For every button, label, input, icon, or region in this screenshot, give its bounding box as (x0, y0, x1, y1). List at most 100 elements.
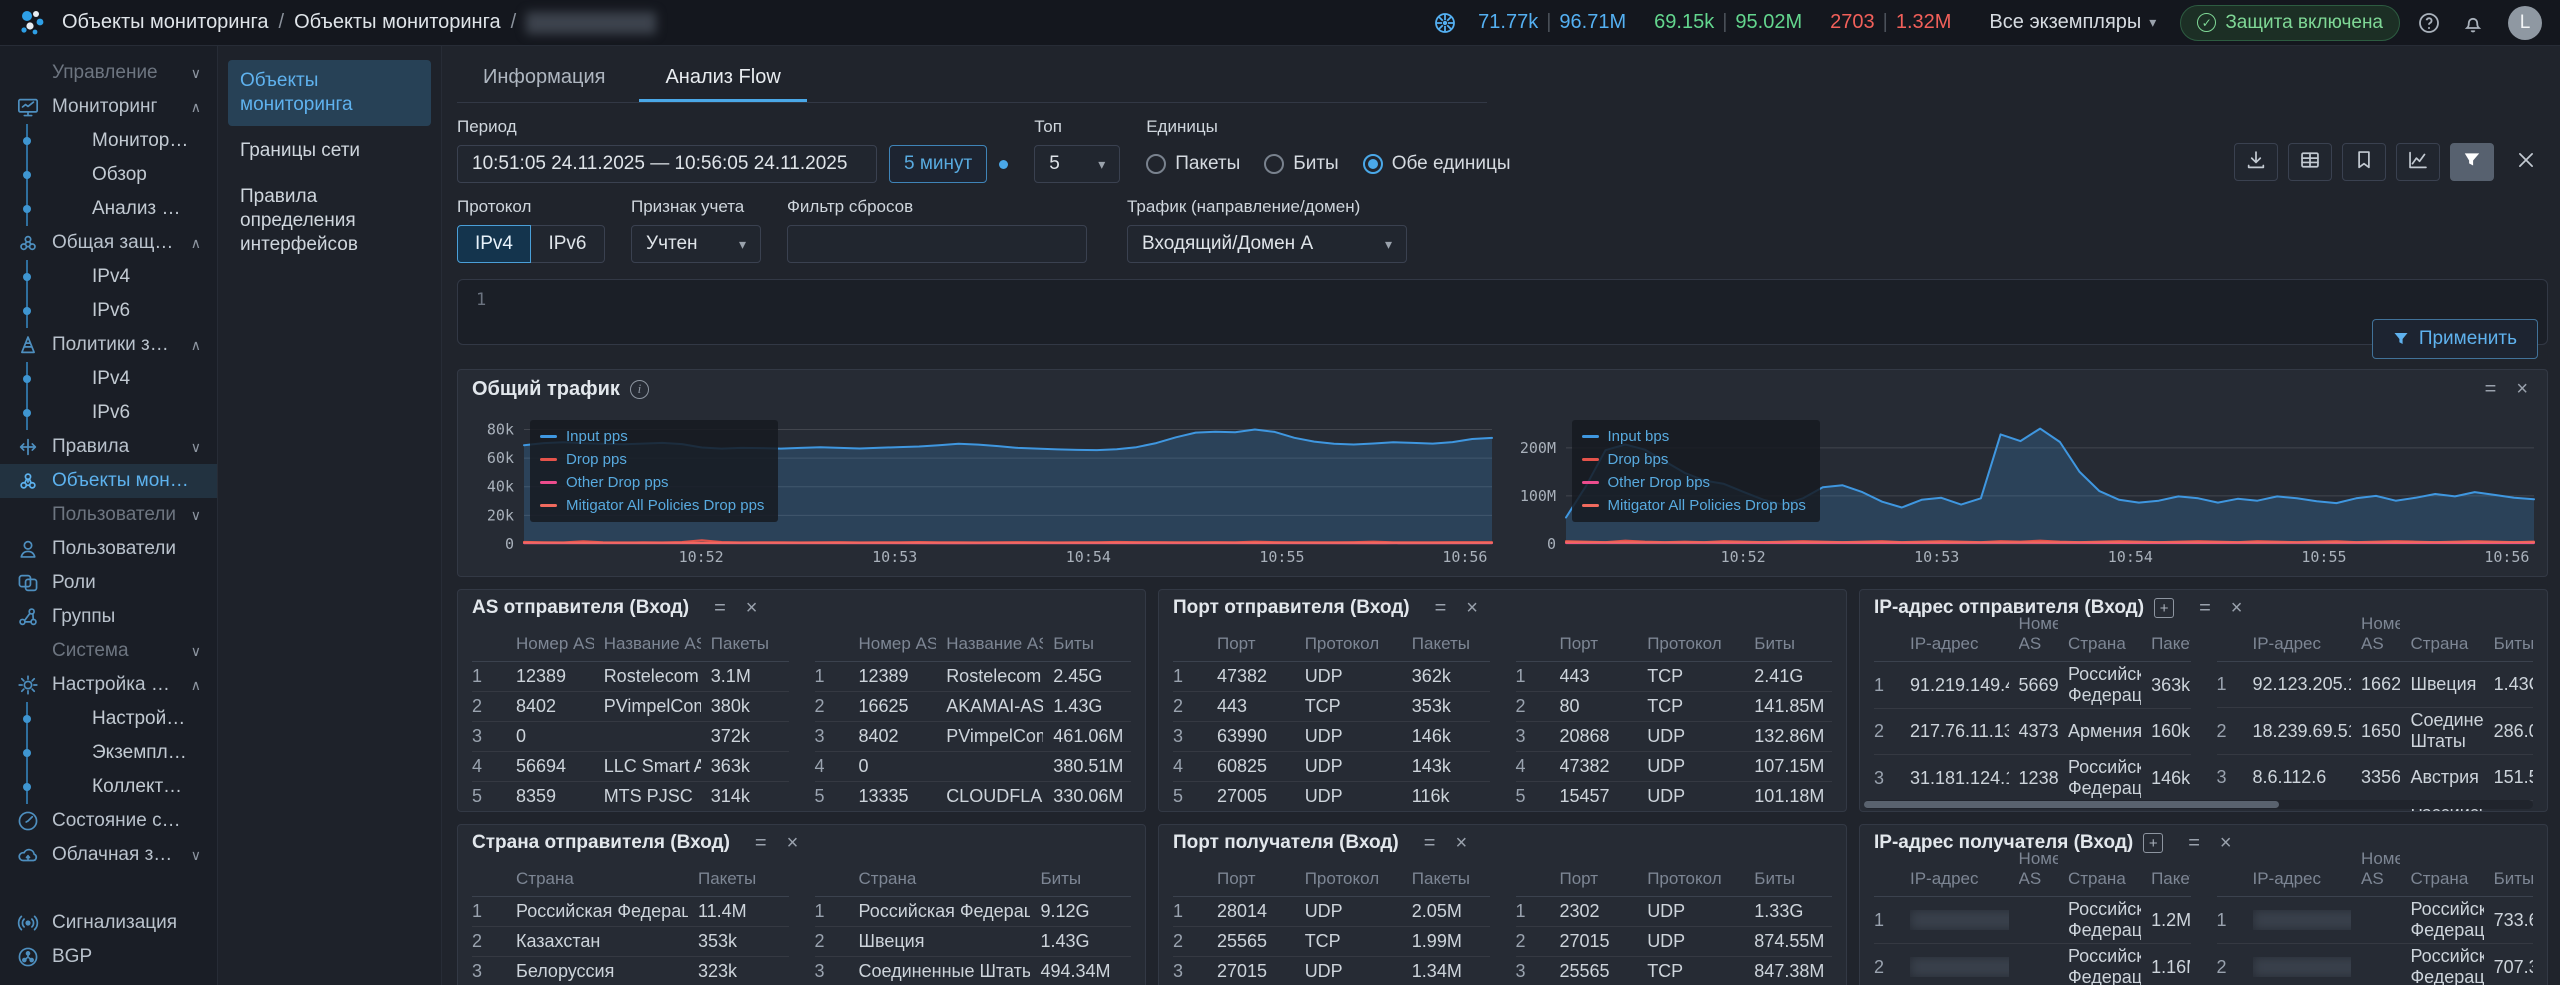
sidebar-item[interactable]: IPv6 (0, 294, 217, 328)
help-icon[interactable] (2414, 8, 2444, 38)
table-row[interactable]: 3 25565TCP847.38M (1516, 957, 1833, 985)
sidebar-item[interactable]: Анализ Flow (0, 192, 217, 226)
breadcrumb-item[interactable]: Объекты мониторинга (62, 11, 269, 34)
packets-chart[interactable]: 020k40k60k80k10:5210:5310:5410:5510:56In… (464, 408, 1500, 568)
table-row[interactable]: 1 12389Rostelecom3.1M (472, 662, 789, 692)
table-row[interactable]: 3 Соединенные Штаты494.34M (815, 957, 1132, 985)
toolbar-button[interactable] (2234, 143, 2278, 181)
table-row[interactable]: 1 28014UDP2.05M (1173, 897, 1490, 927)
breadcrumb-item[interactable]: Объекты мониторинга (294, 11, 501, 34)
sidebar-item[interactable]: Объекты мониторинга (0, 464, 217, 498)
table-row[interactable]: 5 27005UDP116k (1173, 782, 1490, 812)
sidebar-item[interactable]: Сигнализация (0, 906, 217, 940)
sidebar-item[interactable]: Экземпляры (0, 736, 217, 770)
panel-close-icon[interactable]: × (2511, 379, 2533, 399)
sidebar-item[interactable]: IPv6 (0, 396, 217, 430)
table-row[interactable]: 2 16625AKAMAI-AS1.43G (815, 692, 1132, 722)
table-row[interactable]: 2 18.239.69.5116509Соединенные Штаты286.… (2217, 708, 2534, 755)
panel-close-icon[interactable]: × (782, 833, 804, 853)
toolbar-button[interactable] (2504, 143, 2548, 181)
top-select[interactable]: 5 ▾ (1034, 145, 1120, 183)
table-row[interactable]: 1 47382UDP362k (1173, 662, 1490, 692)
info-icon[interactable]: i (630, 380, 649, 399)
table-row[interactable]: 3 0372k (472, 722, 789, 752)
sidebar-item[interactable]: Обзор (0, 158, 217, 192)
expand-icon[interactable]: + (2143, 833, 2163, 853)
toolbar-button[interactable] (2450, 143, 2494, 181)
units-radio[interactable]: Биты (1264, 153, 1338, 175)
table-row[interactable]: 5 15457UDP101.18M (1516, 782, 1833, 812)
protocol-option[interactable]: IPv4 (457, 225, 531, 263)
sidebar-item[interactable]: Пользователи ∨ (0, 498, 217, 532)
sidebar-item[interactable]: IPv4 (0, 260, 217, 294)
table-row[interactable]: 1 92.123.205.12916625Швеция1.43G (2217, 662, 2534, 708)
sidebar-item[interactable]: Общая защита ∧ (0, 226, 217, 260)
bits-chart[interactable]: 0100M200M10:5210:5310:5410:5510:56Input … (1506, 408, 2542, 568)
secondary-sidebar-item[interactable]: Правила определения интерфейсов (228, 176, 431, 266)
table-row[interactable]: 4 56694LLC Smart Ape363k (472, 752, 789, 782)
table-row[interactable]: 3 31.181.124.16912389Российская Федераци… (1874, 755, 2191, 802)
table-row[interactable]: 2 Казахстан353k (472, 927, 789, 957)
query-editor[interactable]: 1 (457, 279, 2548, 345)
table-row[interactable]: 1 Российская Федерация11.4M (472, 897, 789, 927)
table-row[interactable]: 1 12389Rostelecom2.45G (815, 662, 1132, 692)
legend-item[interactable]: Mitigator All Policies Drop bps (1582, 497, 1806, 514)
panel-menu-icon[interactable]: = (2194, 598, 2216, 618)
sidebar-item[interactable]: Пользователи (0, 532, 217, 566)
table-row[interactable]: 2 Швеция1.43G (815, 927, 1132, 957)
table-row[interactable]: 4 47382UDP107.15M (1516, 752, 1833, 782)
table-row[interactable]: 3 Белоруссия323k (472, 957, 789, 985)
table-row[interactable]: 1 Российская Федерация733.68M (2217, 897, 2534, 944)
units-radio[interactable]: Пакеты (1146, 153, 1240, 175)
table-row[interactable]: 3 27015UDP1.34M (1173, 957, 1490, 985)
sidebar-item[interactable]: IPv4 (0, 362, 217, 396)
expand-icon[interactable]: + (2154, 598, 2174, 618)
panel-close-icon[interactable]: × (2226, 598, 2248, 618)
panel-menu-icon[interactable]: = (1430, 598, 1452, 618)
protocol-option[interactable]: IPv6 (531, 225, 605, 263)
sidebar-item[interactable]: Система ∨ (0, 634, 217, 668)
table-row[interactable]: 1 91.219.149.456694Российская Федерация3… (1874, 662, 2191, 709)
table-row[interactable]: 4 0380.51M (815, 752, 1132, 782)
legend-item[interactable]: Mitigator All Policies Drop pps (540, 497, 764, 514)
drop-filter-input[interactable] (787, 225, 1087, 263)
panel-close-icon[interactable]: × (741, 598, 763, 618)
panel-close-icon[interactable]: × (1450, 833, 1472, 853)
instances-select[interactable]: Все экземпляры ▾ (1989, 11, 2156, 34)
table-row[interactable]: 3 8.6.112.63356Австрия151.51M (2217, 755, 2534, 801)
secondary-sidebar-item[interactable]: Границы сети (228, 130, 431, 172)
accounting-select[interactable]: Учтен ▾ (631, 225, 761, 263)
tab[interactable]: Информация (457, 58, 631, 102)
legend-item[interactable]: Other Drop pps (540, 474, 764, 491)
table-row[interactable]: 3 20868UDP132.86M (1516, 722, 1833, 752)
tab[interactable]: Анализ Flow (639, 58, 806, 102)
horizontal-scrollbar[interactable] (1864, 800, 2533, 809)
period-input[interactable]: 10:51:05 24.11.2025 — 10:56:05 24.11.202… (457, 145, 877, 183)
table-row[interactable]: 2 Российская Федерация707.35M (2217, 944, 2534, 985)
sidebar-item[interactable]: Коллекторы трафика (0, 770, 217, 804)
panel-menu-icon[interactable]: = (709, 598, 731, 618)
legend-item[interactable]: Drop bps (1582, 451, 1806, 468)
toolbar-button[interactable] (2288, 143, 2332, 181)
protection-status-badge[interactable]: ✓ Защита включена (2180, 5, 2400, 41)
sidebar-item[interactable]: BGP (0, 940, 217, 974)
table-row[interactable]: 2 8402PVimpelCom380k (472, 692, 789, 722)
user-avatar[interactable]: L (2508, 6, 2542, 40)
legend-item[interactable]: Input bps (1582, 428, 1806, 445)
table-row[interactable]: 2 Российская Федерация1.16M (1874, 944, 2191, 985)
notifications-bell-icon[interactable] (2458, 8, 2488, 38)
panel-close-icon[interactable]: × (1461, 598, 1483, 618)
table-row[interactable]: 2 25565TCP1.99M (1173, 927, 1490, 957)
table-row[interactable]: 1 2302UDP1.33G (1516, 897, 1833, 927)
sidebar-item[interactable]: Правила ∨ (0, 430, 217, 464)
traffic-direction-select[interactable]: Входящий/Домен A ▾ (1127, 225, 1407, 263)
sidebar-item[interactable] (0, 872, 217, 906)
quick-range-button[interactable]: 5 минут (889, 145, 987, 183)
panel-menu-icon[interactable]: = (2183, 833, 2205, 853)
table-row[interactable]: 5 13335CLOUDFLARENET330.06M (815, 782, 1132, 812)
panel-close-icon[interactable]: × (2215, 833, 2237, 853)
table-row[interactable]: 1 443TCP2.41G (1516, 662, 1833, 692)
legend-item[interactable]: Input pps (540, 428, 764, 445)
table-row[interactable]: 2 217.76.11.13343733Армения160k (1874, 709, 2191, 755)
panel-menu-icon[interactable]: = (750, 833, 772, 853)
